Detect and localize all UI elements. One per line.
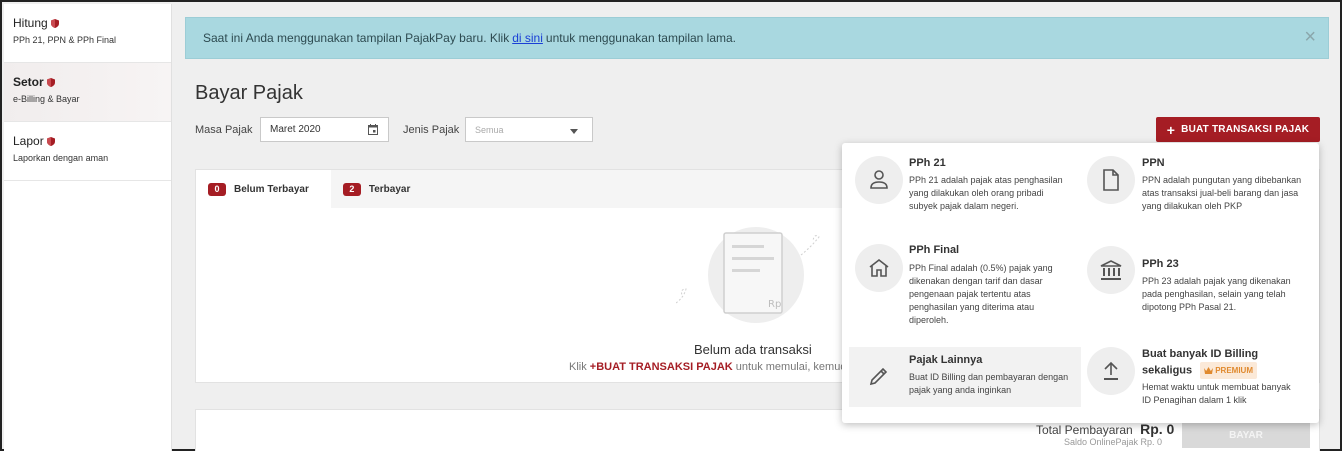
option-title-line1: Buat banyak ID Billing <box>1142 348 1259 360</box>
empty-state-title: Belum ada transaksi <box>694 342 812 357</box>
option-description: Hemat waktu untuk membuat banyak ID Pena… <box>1142 382 1291 405</box>
total-payment: Total Pembayaran Rp. 0 <box>1036 421 1174 437</box>
sidebar-item-label: Lapor <box>13 134 44 148</box>
close-icon[interactable]: × <box>1304 26 1316 49</box>
bank-icon <box>1087 246 1135 294</box>
create-transaction-menu: PPh 21 PPh 21 adalah pajak atas penghasi… <box>842 143 1319 423</box>
upload-icon <box>1087 347 1135 395</box>
jenis-pajak-select[interactable]: Semua <box>465 117 593 142</box>
pay-button[interactable]: BAYAR <box>1182 422 1310 448</box>
masa-pajak-label: Masa Pajak <box>195 124 253 136</box>
menu-option-pph23[interactable]: PPh 23 PPh 23 adalah pajak yang dikenaka… <box>1075 237 1307 337</box>
tab-count-badge: 0 <box>208 182 226 196</box>
option-title: PPh Final <box>909 244 960 256</box>
option-title: PPh 21 <box>909 157 946 169</box>
menu-option-bulk-billing[interactable]: Buat banyak ID Billing sekaligus PREMIUM… <box>1075 341 1307 421</box>
sidebar-item-subtitle: Laporkan dengan aman <box>13 153 109 163</box>
sidebar-item-hitung[interactable]: Hitung PPh 21, PPN & PPh Final <box>4 4 171 63</box>
option-title: PPN <box>1142 157 1165 169</box>
menu-option-pph21[interactable]: PPh 21 PPh 21 adalah pajak atas penghasi… <box>842 143 1074 235</box>
tab-belum-terbayar[interactable]: 0 Belum Terbayar <box>196 170 331 208</box>
tab-terbayar[interactable]: 2 Terbayar <box>331 170 433 208</box>
shield-icon <box>50 18 59 28</box>
option-title: PPh 23 <box>1142 258 1179 270</box>
tab-label: Belum Terbayar <box>234 183 309 195</box>
document-icon <box>1087 156 1135 204</box>
option-description: Buat ID Billing dan pembayaran dengan pa… <box>909 372 1069 395</box>
tab-count-badge: 2 <box>342 182 361 196</box>
hint-create-link[interactable]: +BUAT TRANSAKSI PAJAK <box>590 361 733 373</box>
rp-text: Rp <box>768 299 781 310</box>
sidebar: Hitung PPh 21, PPN & PPh Final Setor e-B… <box>4 4 172 451</box>
menu-option-pph-final[interactable]: PPh Final PPh Final adalah (0.5%) pajak … <box>842 237 1074 337</box>
total-payment-label: Total Pembayaran <box>1036 423 1133 437</box>
jenis-pajak-label: Jenis Pajak <box>403 124 460 136</box>
hint-text-after: untuk memulai, kemud <box>735 361 847 373</box>
sidebar-item-setor[interactable]: Setor e-Billing & Bayar <box>4 63 171 122</box>
alert-text: Saat ini Anda menggunakan tampilan Pajak… <box>203 31 510 45</box>
saldo-text: Saldo OnlinePajak Rp. 0 <box>1064 437 1163 447</box>
sidebar-item-subtitle: e-Billing & Bayar <box>13 94 80 104</box>
empty-state-illustration: Rp <box>676 227 820 323</box>
calendar-icon <box>368 124 378 135</box>
jenis-pajak-placeholder: Semua <box>475 125 504 135</box>
app-frame: Hitung PPh 21, PPN & PPh Final Setor e-B… <box>0 0 1342 451</box>
person-icon <box>855 156 903 204</box>
masa-pajak-input[interactable]: Maret 2020 <box>260 117 389 142</box>
sidebar-item-label: Hitung <box>13 16 48 30</box>
sidebar-item-lapor[interactable]: Lapor Laporkan dengan aman <box>4 122 171 181</box>
premium-badge-label: PREMIUM <box>1215 366 1253 375</box>
masa-pajak-value: Maret 2020 <box>270 124 321 135</box>
menu-option-ppn[interactable]: PPN PPN adalah pungutan yang dibebankan … <box>1075 143 1307 235</box>
option-title-line2-text: sekaligus <box>1142 364 1193 377</box>
shield-icon <box>46 136 55 146</box>
chevron-down-icon <box>570 129 578 134</box>
option-title: Pajak Lainnya <box>909 354 983 366</box>
alert-text-after: untuk menggunakan tampilan lama. <box>545 31 737 45</box>
home-icon <box>855 244 903 292</box>
option-description: PPh 21 adalah pajak atas penghasilan yan… <box>909 175 1063 211</box>
create-transaction-button[interactable]: + BUAT TRANSAKSI PAJAK <box>1156 117 1320 142</box>
info-alert: Saat ini Anda menggunakan tampilan Pajak… <box>185 17 1329 59</box>
option-description: PPN adalah pungutan yang dibebankan atas… <box>1142 175 1302 211</box>
option-description: PPh 23 adalah pajak yang dikenakan pada … <box>1142 276 1291 312</box>
sidebar-item-label: Setor <box>13 75 44 89</box>
empty-state-hint: Klik +BUAT TRANSAKSI PAJAK untuk memulai… <box>569 361 846 373</box>
premium-badge: PREMIUM <box>1200 362 1257 379</box>
tab-label: Terbayar <box>368 183 411 195</box>
shield-icon <box>46 77 55 87</box>
menu-option-pajak-lainnya[interactable]: Pajak Lainnya Buat ID Billing dan pembay… <box>849 347 1081 407</box>
alert-link[interactable]: di sini <box>512 31 543 45</box>
option-description: PPh Final adalah (0.5%) pajak yang diken… <box>909 263 1053 325</box>
sidebar-item-subtitle: PPh 21, PPN & PPh Final <box>13 35 117 45</box>
pencil-icon <box>855 352 903 400</box>
sidebar-item-title: Hitung <box>13 16 171 30</box>
sidebar-item-title: Lapor <box>13 134 171 148</box>
hint-text: Klik <box>569 361 587 373</box>
crown-icon <box>1204 367 1214 374</box>
page-title: Bayar Pajak <box>195 82 303 104</box>
option-title: Buat banyak ID Billing sekaligus PREMIUM <box>1142 347 1307 379</box>
total-payment-value: Rp. 0 <box>1140 421 1175 437</box>
option-title-line2: sekaligus PREMIUM <box>1142 362 1307 379</box>
sidebar-item-title: Setor <box>13 75 171 89</box>
plus-icon: + <box>1166 121 1176 138</box>
create-transaction-label: BUAT TRANSAKSI PAJAK <box>1181 124 1310 135</box>
